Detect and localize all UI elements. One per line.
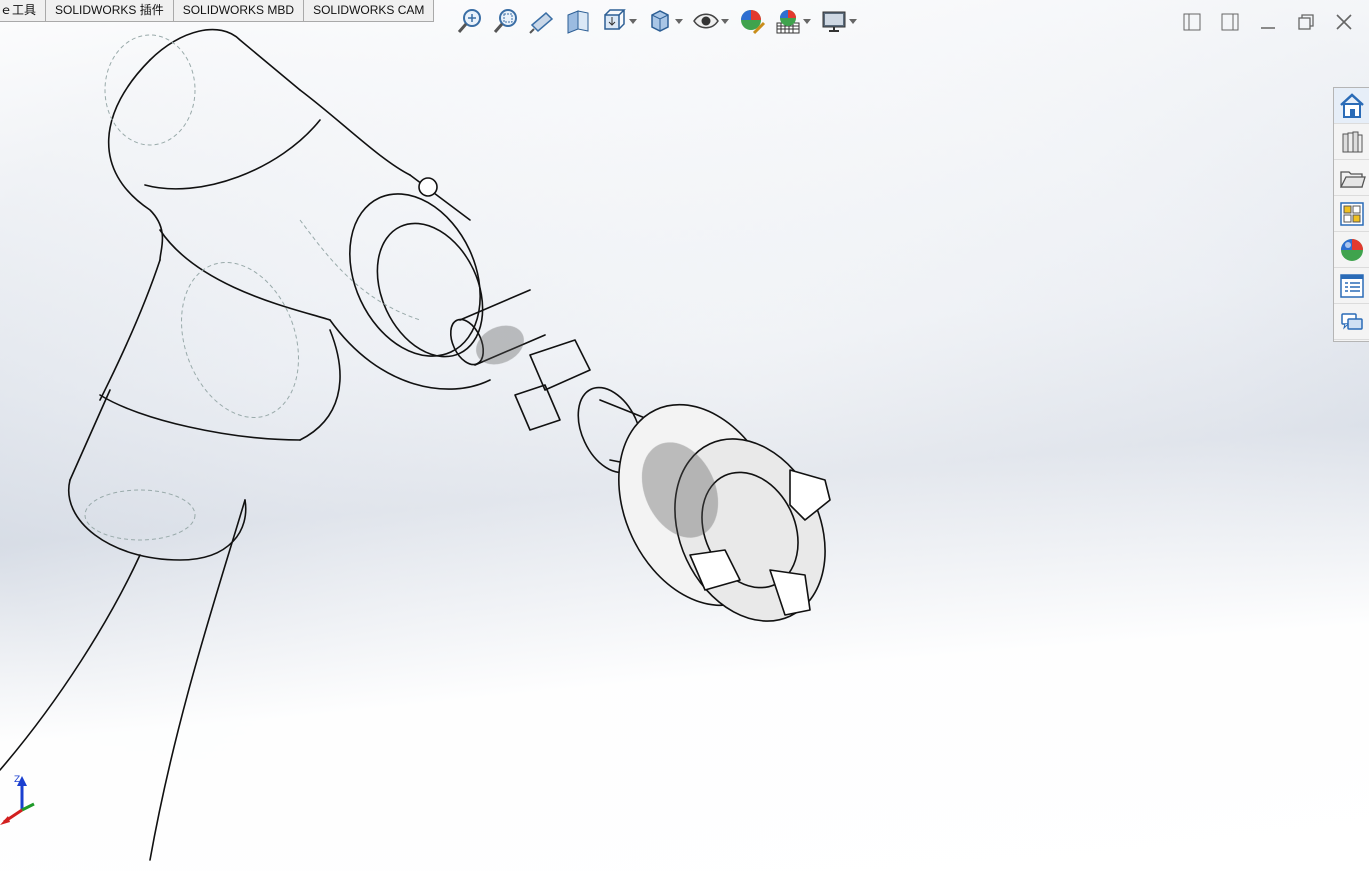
- display-style-menu-chevron-down-icon[interactable]: [672, 5, 686, 37]
- robot-arm-model[interactable]: [0, 0, 1369, 871]
- view-orientation-menu-chevron-down-icon[interactable]: [626, 5, 640, 37]
- custom-properties-icon[interactable]: [1334, 268, 1369, 304]
- heads-up-view-toolbar: [452, 5, 862, 37]
- tab-solidworks-addins[interactable]: SOLIDWORKS 插件: [45, 0, 174, 22]
- tile-left-icon[interactable]: [1177, 7, 1207, 37]
- close-icon[interactable]: [1329, 7, 1359, 37]
- zoom-to-area-icon[interactable]: [488, 5, 524, 37]
- tile-right-icon[interactable]: [1215, 7, 1245, 37]
- reference-triad: Z: [0, 775, 35, 825]
- zoom-to-fit-icon[interactable]: [452, 5, 488, 37]
- appearances-scenes-icon[interactable]: [1334, 232, 1369, 268]
- previous-view-icon[interactable]: [524, 5, 560, 37]
- view-settings-menu-chevron-down-icon[interactable]: [846, 5, 860, 37]
- tab-tools[interactable]: ｅ工具: [0, 0, 47, 22]
- forum-icon[interactable]: [1334, 304, 1369, 340]
- minimize-icon[interactable]: [1253, 7, 1283, 37]
- triad-z-label: Z: [14, 775, 20, 785]
- view-palette-icon[interactable]: [1334, 196, 1369, 232]
- file-explorer-icon[interactable]: [1334, 160, 1369, 196]
- section-view-icon[interactable]: [560, 5, 596, 37]
- command-manager-tabs: ｅ工具 SOLIDWORKS 插件 SOLIDWORKS MBD SOLIDWO…: [0, 0, 435, 22]
- edit-appearance-icon[interactable]: [734, 5, 770, 37]
- hide-show-menu-chevron-down-icon[interactable]: [718, 5, 732, 37]
- solidworks-resources-icon[interactable]: [1334, 88, 1369, 124]
- apply-scene-menu-chevron-down-icon[interactable]: [800, 5, 814, 37]
- tab-solidworks-mbd[interactable]: SOLIDWORKS MBD: [172, 0, 305, 22]
- design-library-icon[interactable]: [1334, 124, 1369, 160]
- tab-solidworks-cam[interactable]: SOLIDWORKS CAM: [303, 0, 435, 22]
- task-pane: [1333, 87, 1369, 342]
- restore-icon[interactable]: [1291, 7, 1321, 37]
